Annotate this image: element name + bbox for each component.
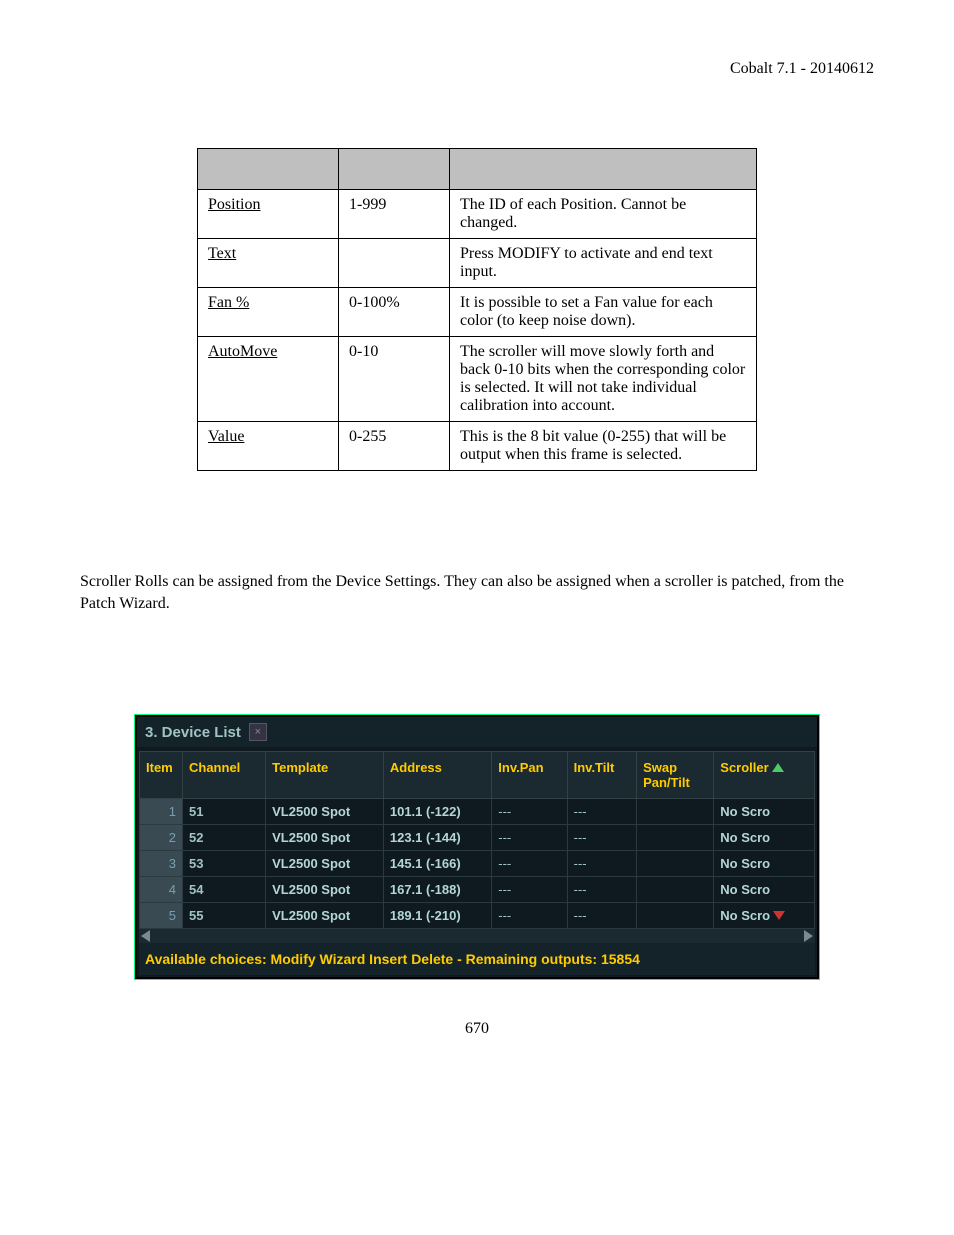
close-icon[interactable]: × [249, 723, 267, 741]
page-number: 670 [80, 1020, 874, 1038]
table-row[interactable]: 252VL2500 Spot123.1 (-144)------No Scro [140, 825, 815, 851]
cell[interactable] [637, 799, 714, 825]
cell[interactable]: VL2500 Spot [266, 825, 384, 851]
cell[interactable] [637, 877, 714, 903]
cell[interactable] [637, 851, 714, 877]
cell[interactable]: --- [567, 825, 636, 851]
param-name: Value [208, 428, 244, 445]
scroll-left-icon[interactable] [141, 930, 150, 942]
cell[interactable]: No Scro [714, 825, 815, 851]
device-list-panel: 3. Device List × ItemChannelTemplateAddr… [134, 714, 820, 980]
cell[interactable]: 167.1 (-188) [383, 877, 491, 903]
cell[interactable]: --- [492, 877, 567, 903]
column-header[interactable]: Address [383, 752, 491, 799]
table-row[interactable]: 454VL2500 Spot167.1 (-188)------No Scro [140, 877, 815, 903]
param-desc: The scroller will move slowly forth and … [450, 337, 757, 422]
cell[interactable]: --- [567, 799, 636, 825]
param-name: Position [208, 196, 260, 213]
cell[interactable]: --- [492, 825, 567, 851]
sort-up-icon[interactable] [772, 763, 784, 772]
cell[interactable]: VL2500 Spot [266, 799, 384, 825]
param-name: AutoMove [208, 343, 277, 360]
parameter-table: Position 1-999The ID of each Position. Ca… [197, 148, 757, 471]
cell[interactable]: --- [567, 903, 636, 929]
cell[interactable]: --- [492, 851, 567, 877]
param-desc: This is the 8 bit value (0-255) that wil… [450, 422, 757, 471]
sort-down-icon[interactable] [773, 911, 785, 920]
column-header[interactable]: Inv.Tilt [567, 752, 636, 799]
param-desc: It is possible to set a Fan value for ea… [450, 288, 757, 337]
cell[interactable]: 4 [140, 877, 183, 903]
cell[interactable]: 189.1 (-210) [383, 903, 491, 929]
column-header[interactable]: Template [266, 752, 384, 799]
table-row[interactable]: 353VL2500 Spot145.1 (-166)------No Scro [140, 851, 815, 877]
cell[interactable]: No Scro [714, 851, 815, 877]
status-line: Available choices: Modify Wizard Insert … [139, 943, 815, 975]
device-grid: ItemChannelTemplateAddressInv.PanInv.Til… [139, 751, 815, 929]
doc-header: Cobalt 7.1 - 20140612 [80, 60, 874, 78]
cell[interactable]: --- [567, 851, 636, 877]
cell[interactable]: 3 [140, 851, 183, 877]
column-header[interactable]: Channel [183, 752, 266, 799]
cell[interactable]: 51 [183, 799, 266, 825]
cell[interactable]: VL2500 Spot [266, 877, 384, 903]
param-name: Text [208, 245, 236, 262]
cell[interactable]: VL2500 Spot [266, 903, 384, 929]
cell[interactable] [637, 903, 714, 929]
cell[interactable]: 55 [183, 903, 266, 929]
cell[interactable]: 145.1 (-166) [383, 851, 491, 877]
param-range: 0-10 [339, 337, 450, 422]
cell[interactable]: --- [492, 903, 567, 929]
param-range: 0-100% [339, 288, 450, 337]
column-header[interactable]: Item [140, 752, 183, 799]
param-desc: The ID of each Position. Cannot be chang… [450, 190, 757, 239]
column-header[interactable]: Scroller [714, 752, 815, 799]
column-header[interactable]: Inv.Pan [492, 752, 567, 799]
cell[interactable]: --- [492, 799, 567, 825]
param-desc: Press MODIFY to activate and end text in… [450, 239, 757, 288]
cell[interactable]: VL2500 Spot [266, 851, 384, 877]
cell[interactable]: No Scro [714, 903, 815, 929]
column-header[interactable]: SwapPan/Tilt [637, 752, 714, 799]
cell[interactable]: 1 [140, 799, 183, 825]
cell[interactable]: 5 [140, 903, 183, 929]
param-range: 1-999 [339, 190, 450, 239]
table-row[interactable]: 151VL2500 Spot101.1 (-122)------No Scro [140, 799, 815, 825]
body-paragraph: Scroller Rolls can be assigned from the … [80, 571, 874, 614]
param-range [339, 239, 450, 288]
horizontal-scrollbar[interactable] [139, 929, 815, 943]
cell[interactable]: 53 [183, 851, 266, 877]
panel-title-bar: 3. Device List × [137, 717, 817, 747]
param-name: Fan % [208, 294, 249, 311]
cell[interactable]: 123.1 (-144) [383, 825, 491, 851]
table-row[interactable]: 555VL2500 Spot189.1 (-210)------No Scro [140, 903, 815, 929]
scroll-right-icon[interactable] [804, 930, 813, 942]
cell[interactable]: --- [567, 877, 636, 903]
cell[interactable] [637, 825, 714, 851]
cell[interactable]: 2 [140, 825, 183, 851]
cell[interactable]: No Scro [714, 877, 815, 903]
cell[interactable]: 101.1 (-122) [383, 799, 491, 825]
cell[interactable]: No Scro [714, 799, 815, 825]
cell[interactable]: 54 [183, 877, 266, 903]
param-range: 0-255 [339, 422, 450, 471]
panel-title: 3. Device List [145, 724, 241, 741]
cell[interactable]: 52 [183, 825, 266, 851]
